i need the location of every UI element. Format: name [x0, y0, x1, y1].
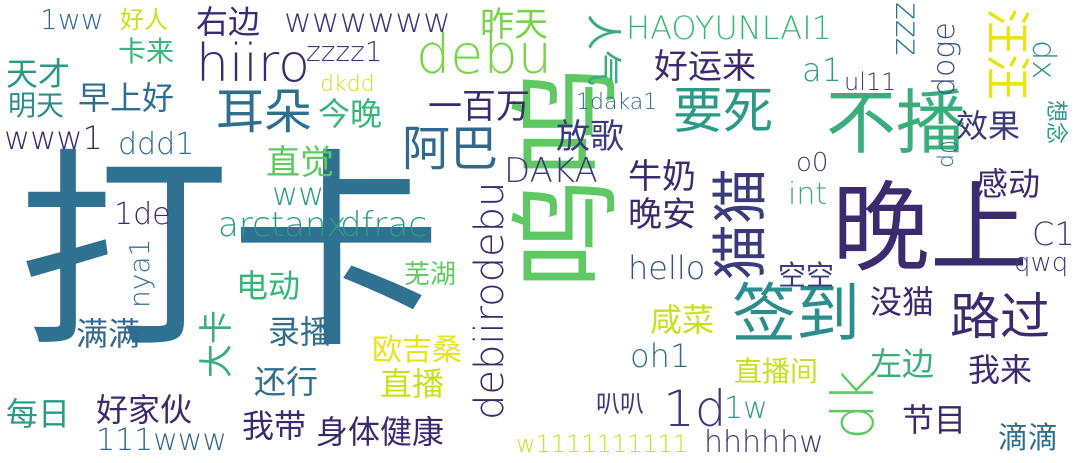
word: 右边 [196, 3, 261, 41]
word: 1w [724, 391, 768, 426]
word: 明天 [8, 89, 65, 122]
word: 直播 [380, 365, 445, 403]
word: zzz [887, 2, 927, 56]
word: qwq [1014, 248, 1069, 278]
word: 欧吉桑 [372, 333, 462, 368]
word: w1111111111 [516, 430, 689, 458]
word: 今晚 [318, 95, 383, 133]
word: hhhhhw [704, 425, 824, 460]
word: 111www [96, 423, 227, 458]
word: 要死 [673, 82, 773, 140]
word: 天才 [6, 55, 71, 93]
word: hello [628, 249, 706, 287]
word: 昨天 [480, 5, 548, 45]
word: 感动 [976, 165, 1041, 203]
word: 1de [114, 197, 171, 232]
word: 好人 [120, 6, 168, 34]
word: 汪汪 [980, 8, 1034, 100]
word: dfrac [340, 205, 428, 245]
word: 效果 [956, 107, 1021, 145]
word: 直播间 [734, 355, 819, 388]
word: 早上好 [78, 79, 175, 117]
word: 叭叭 [596, 390, 644, 418]
word: oh1 [630, 337, 691, 375]
word: zzzz1 [306, 35, 383, 68]
word: wwwwww [284, 1, 451, 41]
word: nya1 [123, 238, 156, 308]
word: a1 [802, 51, 842, 89]
word: 我带 [242, 407, 307, 445]
word: 咸菜 [650, 301, 715, 339]
word: 耳朵 [216, 84, 313, 140]
word: 空空 [778, 259, 835, 292]
word: 我来 [968, 351, 1033, 389]
word: C1 [1032, 215, 1075, 253]
word: 满满 [76, 315, 141, 353]
word: 电动 [236, 267, 301, 305]
word-cloud: 打卡 呜呜 晚上 签到 不播 猫猫 debu hiiro dk 1d 路过 要死… [0, 0, 1080, 463]
word: 大卡 [197, 310, 237, 378]
word: 想念 [1043, 100, 1068, 145]
word: 阿巴 [402, 121, 499, 177]
word: www1 [4, 119, 103, 157]
word: 好家伙 [96, 391, 193, 429]
word: 还行 [254, 363, 319, 401]
word: debiirodebu [467, 181, 513, 420]
word: o0 [796, 148, 829, 178]
word: HAOYUNLAI1 [626, 9, 832, 47]
word: 一百万 [428, 87, 530, 127]
word: ddd1 [118, 127, 195, 162]
word: 好运来 [654, 47, 756, 87]
word: 猫猫 [709, 168, 774, 280]
word: dkdd [320, 72, 375, 97]
word: 晚安 [628, 195, 696, 235]
word: 身体健康 [316, 413, 445, 451]
word: 1daka1 [576, 90, 658, 115]
word: 芜湖 [404, 260, 457, 290]
word: 0p [935, 140, 960, 168]
word: DAKA [504, 151, 598, 191]
word: 没猫 [870, 283, 935, 321]
word: 左边 [870, 345, 935, 383]
word: 放歌 [556, 117, 624, 157]
word: dx [1025, 40, 1063, 80]
word: arctanx [218, 205, 347, 245]
word: 人气 [582, 14, 623, 87]
word: 牛奶 [628, 157, 696, 197]
word: int [788, 177, 828, 212]
word: 路过 [950, 288, 1050, 346]
word: 节目 [902, 401, 967, 439]
word: 签到 [732, 278, 860, 352]
word: doge [927, 22, 962, 96]
word: 录播 [268, 313, 333, 351]
word: 滴滴 [998, 421, 1058, 456]
word: ul11 [844, 68, 897, 96]
word: hiiro [196, 34, 310, 94]
word: 卡来 [118, 35, 175, 68]
word: 1ww [40, 3, 104, 36]
word: 每日 [6, 395, 71, 433]
